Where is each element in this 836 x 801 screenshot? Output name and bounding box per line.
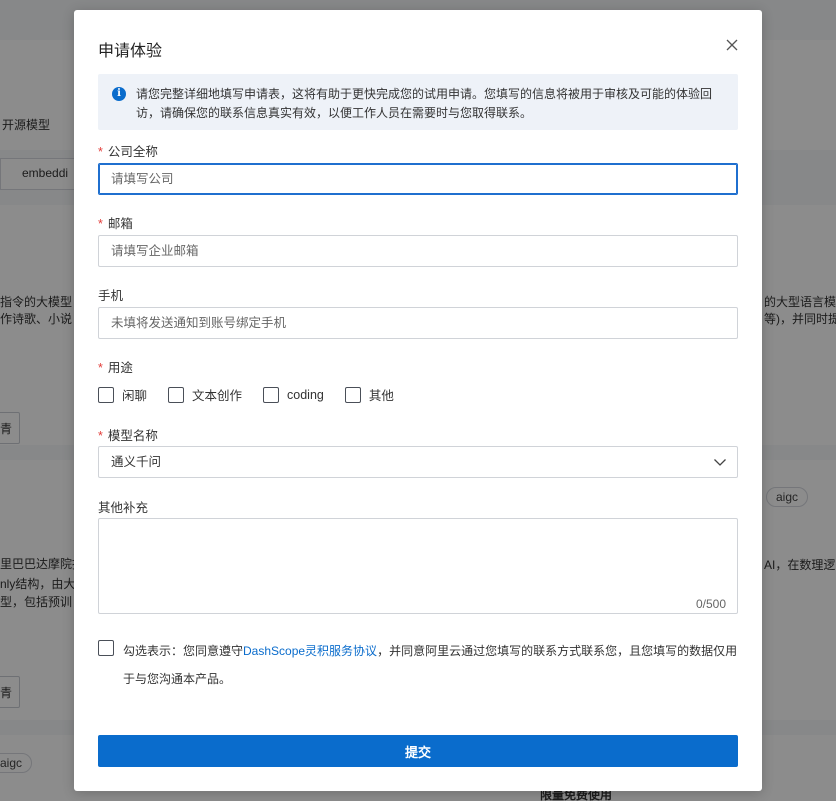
email-label-text: 邮箱 — [107, 217, 133, 231]
model-select-value: 通义千问 — [111, 455, 162, 469]
usage-option-label: 其他 — [368, 389, 394, 403]
usage-option-other[interactable]: 其他 — [344, 385, 394, 404]
extra-label: 其他补充 — [98, 501, 149, 515]
phone-label: 手机 — [98, 289, 124, 303]
submit-button[interactable]: 提交 — [98, 735, 738, 767]
company-label: * 公司全称 — [98, 141, 158, 160]
model-label-text: 模型名称 — [107, 429, 158, 443]
company-input[interactable] — [98, 163, 738, 195]
required-mark: * — [98, 429, 103, 443]
phone-input[interactable] — [98, 307, 738, 339]
agreement: 勾选表示：您同意遵守DashScope灵积服务协议，并同意阿里云通过您填写的联系… — [98, 637, 743, 693]
agreement-prefix: 勾选表示：您同意遵守 — [123, 644, 244, 658]
company-label-text: 公司全称 — [107, 145, 158, 159]
apply-trial-dialog: 申请体验 i 请您完整详细地填写申请表，这将有助于更快完成您的试用申请。您填写的… — [74, 10, 762, 791]
required-mark: * — [98, 361, 103, 375]
usage-checkbox-group: 闲聊 文本创作 coding 其他 — [98, 385, 415, 404]
usage-option-coding[interactable]: coding — [263, 386, 324, 403]
chevron-down-icon — [714, 459, 726, 466]
usage-label: * 用途 — [98, 357, 133, 376]
model-label: * 模型名称 — [98, 425, 158, 444]
required-mark: * — [98, 145, 103, 159]
email-input[interactable] — [98, 235, 738, 267]
email-label: * 邮箱 — [98, 213, 133, 232]
notice-text: 请您完整详细地填写申请表，这将有助于更快完成您的试用申请。您填写的信息将被用于审… — [136, 87, 713, 120]
model-select[interactable]: 通义千问 — [98, 446, 738, 478]
usage-option-label: 闲聊 — [122, 389, 148, 403]
usage-option-chat[interactable]: 闲聊 — [98, 385, 147, 404]
close-icon — [726, 39, 738, 51]
char-counter: 0/500 — [695, 597, 726, 611]
usage-option-label: 文本创作 — [192, 389, 243, 403]
checkbox[interactable] — [263, 386, 280, 403]
dialog-title: 申请体验 — [98, 43, 163, 60]
usage-label-text: 用途 — [107, 361, 133, 375]
checkbox[interactable] — [344, 386, 361, 403]
close-button[interactable] — [724, 37, 740, 53]
agreement-checkbox[interactable] — [98, 640, 114, 656]
checkbox[interactable] — [98, 386, 114, 403]
usage-option-writing[interactable]: 文本创作 — [168, 385, 242, 404]
required-mark: * — [98, 217, 103, 231]
service-agreement-link[interactable]: DashScope灵积服务协议 — [243, 644, 377, 658]
agreement-text: 勾选表示：您同意遵守DashScope灵积服务协议，并同意阿里云通过您填写的联系… — [98, 637, 743, 693]
checkbox[interactable] — [168, 386, 185, 403]
info-icon: i — [112, 87, 126, 101]
extra-textarea[interactable] — [98, 518, 738, 614]
usage-option-label: coding — [287, 387, 324, 402]
info-notice: i 请您完整详细地填写申请表，这将有助于更快完成您的试用申请。您填写的信息将被用… — [98, 74, 738, 130]
